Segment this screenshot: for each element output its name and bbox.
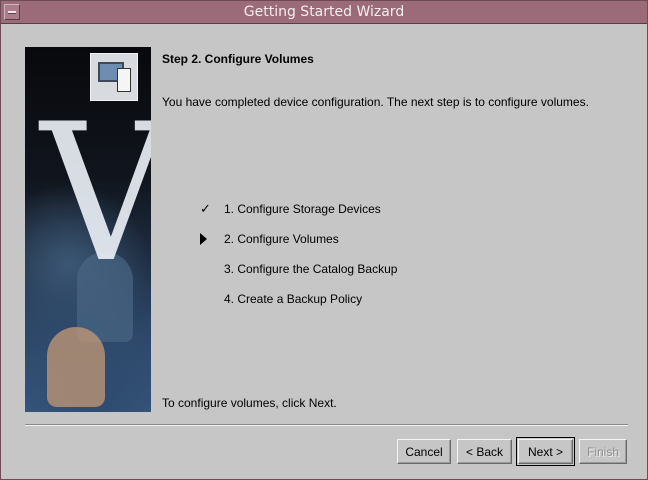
banner-person-photo (47, 327, 105, 407)
step-heading: Step 2. Configure Volumes (162, 52, 314, 66)
next-button[interactable]: Next > (516, 437, 575, 466)
title-bar[interactable]: Getting Started Wizard (1, 1, 647, 24)
step-label: 3. Configure the Catalog Backup (224, 262, 398, 276)
check-icon: ✓ (200, 201, 211, 216)
wizard-banner-image: V (25, 47, 151, 412)
step-label: 4. Create a Backup Policy (224, 292, 363, 306)
divider (25, 424, 628, 426)
cancel-button[interactable]: Cancel (397, 439, 451, 464)
current-step-arrow-icon (200, 231, 212, 248)
back-button[interactable]: < Back (457, 439, 512, 464)
step-description: You have completed device configuration.… (162, 95, 589, 109)
finish-button[interactable]: Finish (579, 439, 627, 464)
banner-v-glyph: V (40, 99, 151, 289)
document-icon (117, 68, 131, 92)
step-label: 2. Configure Volumes (224, 232, 339, 246)
step-label: 1. Configure Storage Devices (224, 202, 381, 216)
window-title: Getting Started Wizard (243, 4, 405, 20)
computer-icon (90, 53, 138, 101)
instruction-text: To configure volumes, click Next. (162, 396, 337, 410)
